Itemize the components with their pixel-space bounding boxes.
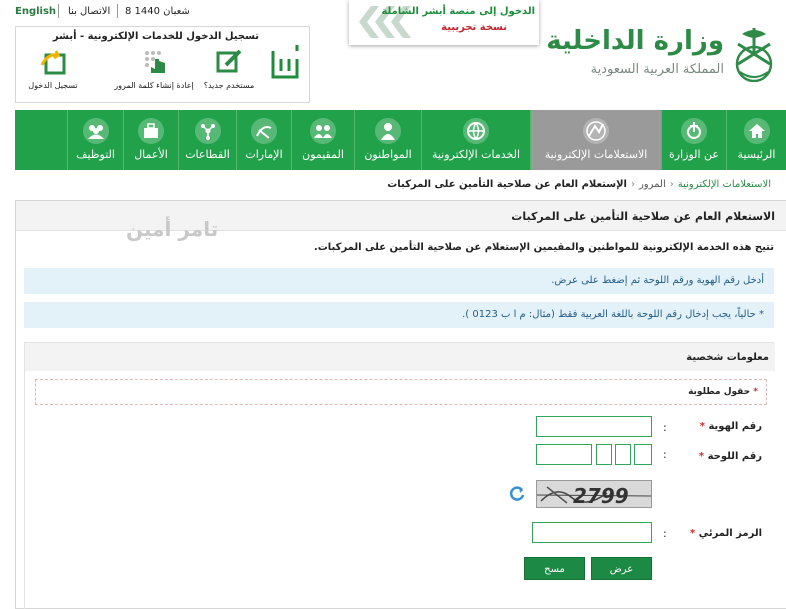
- banner-line-1: الدخول إلى منصة أبشر الشاملة: [381, 6, 535, 17]
- new-user-label: مستخدم جديد؟: [203, 81, 255, 90]
- nav-label-inquiries: الاستعلامات الإلكترونية: [544, 148, 648, 161]
- panel-header: الاستعلام العام عن صلاحية التأمين على ال…: [16, 201, 786, 241]
- plate-letter-1-input[interactable]: [596, 444, 612, 465]
- captcha-code-input[interactable]: [532, 522, 652, 543]
- nav-label-about: عن الوزارة: [669, 148, 719, 161]
- new-user-icon: [216, 49, 242, 73]
- clear-button[interactable]: مسح: [524, 557, 585, 580]
- absher-login-box: تسجيل الدخول للخدمات الإلكترونية - أبشر …: [15, 26, 310, 103]
- nav-label-emirates: الإمارات: [245, 148, 283, 161]
- globe-icon: [467, 122, 485, 141]
- info-message-2-text: * حالياً، يجب إدخال رقم اللوحة باللغة ال…: [462, 309, 764, 320]
- captcha-image: 2799: [536, 480, 652, 508]
- nav-item-emirates[interactable]: الإمارات: [236, 110, 291, 170]
- ministry-logo[interactable]: وزارة الداخلية المملكة العربية السعودية: [546, 22, 780, 92]
- form-section-header: معلومات شخصية: [25, 343, 775, 371]
- divider: [58, 4, 59, 18]
- login-label: تسجيل الدخول: [28, 81, 78, 90]
- login-box-title: تسجيل الدخول للخدمات الإلكترونية - أبشر: [52, 31, 259, 42]
- breadcrumb-separator: ‹: [630, 179, 635, 190]
- inquiries-icon: [586, 121, 606, 141]
- nav-label-eservices: الخدمات الإلكترونية: [431, 148, 521, 161]
- service-intro-text: تتيح هذه الخدمة الإلكترونية للمواطنين وا…: [313, 242, 774, 253]
- banner-line-2: نسخة تجريبية: [441, 22, 507, 33]
- submit-button[interactable]: عرض: [591, 557, 652, 580]
- ministry-icon: [687, 122, 701, 139]
- form-section-title: معلومات شخصية: [686, 352, 769, 363]
- required-note-label: حقول مطلوبة: [688, 387, 751, 397]
- info-message-1: أدخل رقم الهوية ورقم اللوحة ثم إضغط على …: [24, 268, 774, 294]
- nav-item-jobs[interactable]: التوظيف: [67, 110, 123, 170]
- breadcrumb-current: الإستعلام العام عن صلاحية التأمين على ال…: [387, 179, 627, 190]
- nav-label-sectors: القطاعات: [185, 148, 230, 161]
- nav-item-citizens[interactable]: المواطنون: [354, 110, 421, 170]
- sectors-icon: [200, 124, 215, 140]
- absher-platform-banner[interactable]: الدخول إلى منصة أبشر الشاملة نسخة تجريبي…: [349, 0, 539, 45]
- home-icon: [748, 124, 765, 138]
- emirates-icon: [256, 126, 272, 139]
- breadcrumb-traffic[interactable]: المرور: [639, 179, 666, 190]
- breadcrumb-inquiries[interactable]: الاستعلامات الإلكترونية: [678, 179, 771, 190]
- plate-colon: :: [663, 448, 667, 461]
- id-number-input[interactable]: [536, 416, 652, 437]
- password-reset-label: إعادة إنشاء كلمة المرور: [114, 81, 194, 90]
- nav-item-business[interactable]: الأعمال: [123, 110, 178, 170]
- plate-number-digits-input[interactable]: [536, 444, 592, 465]
- nav-item-inquiries[interactable]: الاستعلامات الإلكترونية: [530, 110, 661, 170]
- saudi-emblem-icon: [735, 28, 773, 82]
- password-reset-icon: [145, 51, 165, 73]
- captcha-code-label: الرمز المرئي *: [690, 528, 762, 539]
- ministry-name: وزارة الداخلية: [546, 26, 724, 56]
- id-colon: :: [663, 421, 667, 434]
- hijri-date: 8 شعبان 1440: [125, 6, 190, 17]
- nav-label-residents: المقيمون: [302, 148, 344, 161]
- divider: [117, 4, 118, 18]
- plate-number-label: رقم اللوحة *: [698, 451, 762, 462]
- password-reset-link[interactable]: إعادة إنشاء كلمة المرور: [104, 47, 204, 90]
- nav-label-jobs: التوظيف: [76, 148, 115, 161]
- refresh-captcha-icon[interactable]: [508, 484, 526, 502]
- breadcrumb: الاستعلامات الإلكترونية‹المرور‹الإستعلام…: [387, 179, 771, 193]
- residents-icon: [314, 125, 332, 138]
- required-star: *: [753, 387, 758, 397]
- jobs-icon: [87, 125, 104, 139]
- citizens-icon: [381, 123, 395, 140]
- business-icon: [144, 123, 158, 138]
- nav-item-eservices[interactable]: الخدمات الإلكترونية: [421, 110, 530, 170]
- plate-letter-2-input[interactable]: [615, 444, 631, 465]
- breadcrumb-separator: ‹: [669, 179, 674, 190]
- contact-link[interactable]: الاتصال بنا: [68, 6, 110, 17]
- absher-logo-icon[interactable]: [267, 39, 303, 89]
- login-link[interactable]: تسجيل الدخول: [18, 47, 88, 90]
- info-message-2: * حالياً، يجب إدخال رقم اللوحة باللغة ال…: [24, 302, 774, 328]
- main-navigation: الرئيسية عن الوزارة الاستعلامات الإلكترو…: [15, 110, 786, 170]
- english-link[interactable]: English: [15, 6, 56, 17]
- new-user-link[interactable]: مستخدم جديد؟: [194, 47, 264, 90]
- nav-label-business: الأعمال: [134, 148, 168, 161]
- plate-letter-3-input[interactable]: [634, 444, 652, 465]
- ministry-country: المملكة العربية السعودية: [590, 62, 724, 77]
- personal-info-form: معلومات شخصية * حقول مطلوبة: [24, 342, 775, 609]
- nav-item-residents[interactable]: المقيمون: [291, 110, 354, 170]
- login-icon: [40, 50, 66, 75]
- nav-item-sectors[interactable]: القطاعات: [178, 110, 236, 170]
- captcha-text: 2799: [573, 484, 629, 508]
- id-number-label: رقم الهوية *: [699, 421, 762, 432]
- page-title: الاستعلام العام عن صلاحية التأمين على ال…: [511, 210, 775, 223]
- nav-label-citizens: المواطنون: [364, 148, 412, 161]
- nav-item-about[interactable]: عن الوزارة: [661, 110, 726, 170]
- nav-item-home[interactable]: الرئيسية: [726, 110, 786, 170]
- watermark-text: تامر أمين: [126, 217, 219, 241]
- required-fields-note: * حقول مطلوبة: [35, 379, 767, 405]
- nav-label-home: الرئيسية: [737, 148, 776, 161]
- info-message-1-text: أدخل رقم الهوية ورقم اللوحة ثم إضغط على …: [551, 275, 764, 286]
- code-colon: :: [663, 527, 667, 540]
